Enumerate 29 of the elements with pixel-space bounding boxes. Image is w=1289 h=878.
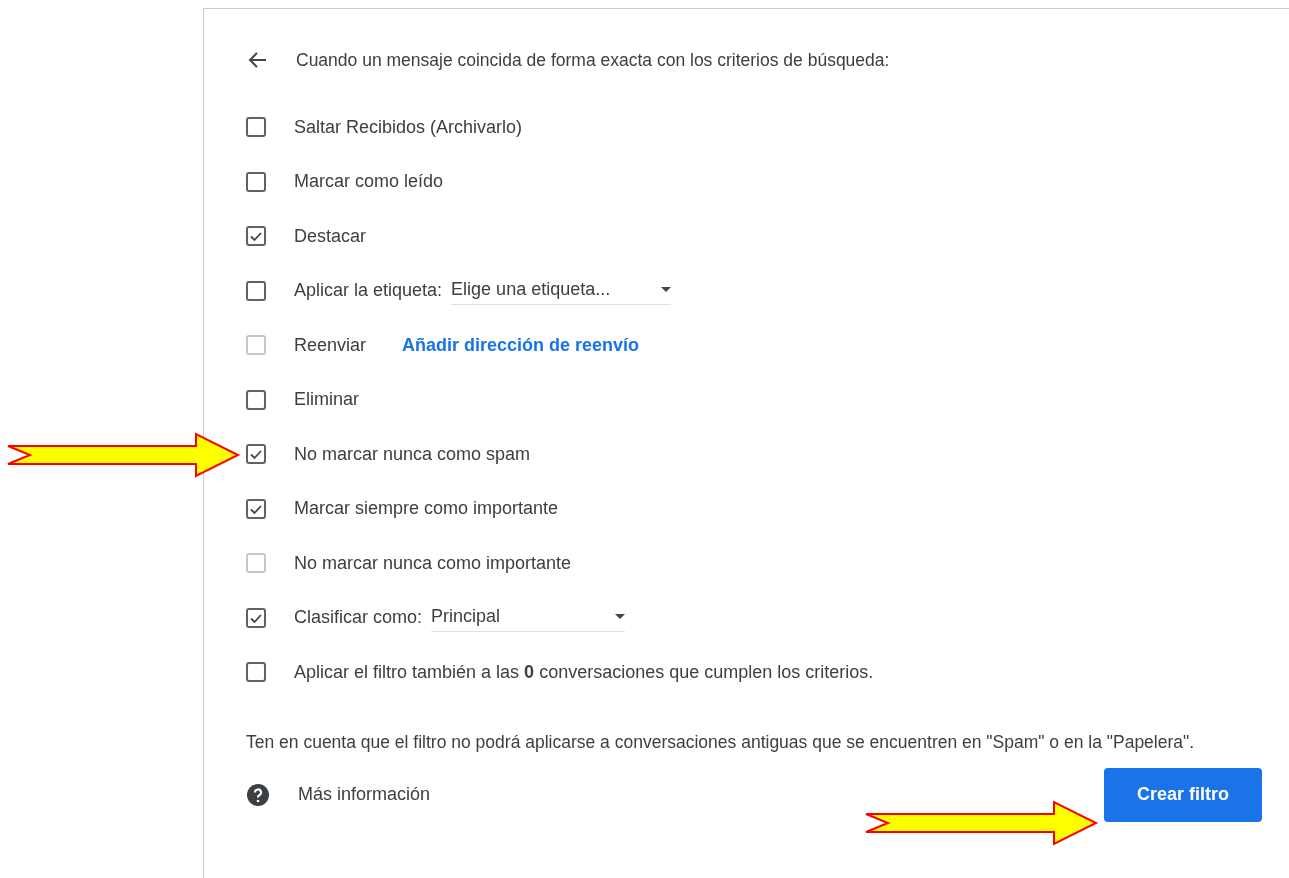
caret-icon xyxy=(615,613,626,619)
option-label: Marcar siempre como importante xyxy=(294,498,559,520)
help-icon[interactable] xyxy=(246,782,270,807)
checkbox[interactable] xyxy=(246,280,266,301)
option-label: Saltar Recibidos (Archivarlo) xyxy=(294,116,523,138)
option-label: Clasificar como: xyxy=(294,607,423,629)
checkbox[interactable] xyxy=(246,662,266,683)
option-label: No marcar nunca como spam xyxy=(294,443,531,465)
checkbox[interactable] xyxy=(246,444,266,465)
option-label: Aplicar la etiqueta: xyxy=(294,280,443,302)
option-label: Reenviar xyxy=(294,334,367,356)
option-label: Destacar xyxy=(294,225,367,247)
checkbox[interactable] xyxy=(246,389,266,410)
create-filter-button[interactable]: Crear filtro xyxy=(1104,767,1262,822)
checkbox[interactable] xyxy=(246,171,266,192)
dropdown[interactable]: Principal xyxy=(431,603,626,632)
checkbox[interactable] xyxy=(246,117,266,138)
checkbox[interactable] xyxy=(246,498,266,519)
more-info-link[interactable]: Más información xyxy=(298,784,431,805)
option-label: No marcar nunca como importante xyxy=(294,552,572,574)
header-text: Cuando un mensaje coincida de forma exacta con los criterios de búsqueda: xyxy=(296,49,890,71)
checkbox[interactable] xyxy=(246,226,266,247)
checkbox[interactable] xyxy=(246,607,266,628)
caret-icon xyxy=(661,286,672,292)
option-label: Eliminar xyxy=(294,389,359,411)
option-label: Aplicar el filtro también a las 0 conversaciones que cumplen los criterios. xyxy=(294,661,874,683)
dropdown[interactable]: Elige una etiqueta... xyxy=(451,276,672,305)
option-label: Marcar como leído xyxy=(294,171,444,193)
note-text: Ten en cuenta que el filtro no podrá aplicarse a conversaciones antiguas que se encuentren en "Spam" o en la "Papelera". xyxy=(246,730,1196,754)
